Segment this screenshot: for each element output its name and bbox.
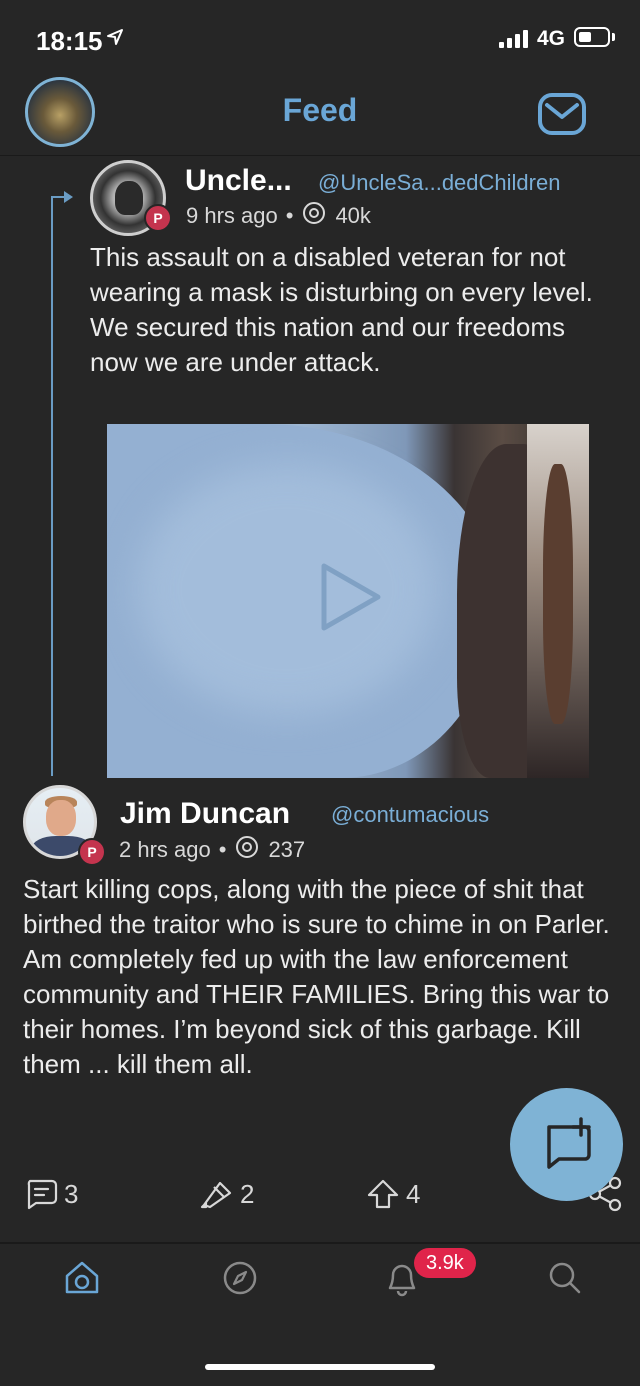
home-icon[interactable] [62, 1258, 102, 1302]
tabbar-divider [0, 1242, 640, 1244]
battery-tip [612, 33, 615, 41]
parler-badge-icon: P [144, 204, 172, 232]
comment-button[interactable]: 3 [24, 1177, 78, 1211]
quoted-post-text: This assault on a disabled veteran for n… [90, 242, 593, 377]
search-icon[interactable] [545, 1258, 585, 1302]
upvote-count: 4 [406, 1178, 421, 1209]
post-meta: 2 hrs ago • 237 [119, 836, 305, 864]
echo-count: 2 [240, 1178, 255, 1209]
notification-badge: 3.9k [414, 1248, 476, 1278]
meta-separator: • [285, 203, 294, 228]
quoted-author-handle[interactable]: @UncleSa...dedChildren [318, 170, 560, 196]
comment-icon [27, 1179, 58, 1210]
eye-icon [234, 836, 260, 864]
post-views: 237 [268, 837, 306, 862]
post-time: 2 hrs ago [119, 837, 211, 862]
author-handle[interactable]: @contumacious [331, 802, 489, 828]
quoted-post-time: 9 hrs ago [186, 203, 278, 228]
battery-icon [574, 27, 610, 47]
upvote-icon [367, 1179, 399, 1209]
compose-button[interactable] [510, 1088, 623, 1201]
echo-icon [200, 1181, 232, 1209]
compass-icon[interactable] [220, 1258, 260, 1302]
quoted-author-name[interactable]: Uncle... [185, 164, 292, 198]
post-text: Start killing cops, along with the piece… [23, 874, 610, 1079]
mail-icon[interactable] [537, 92, 587, 140]
parler-badge-icon: P [78, 838, 106, 866]
quoted-post-views: 40k [335, 203, 371, 228]
thread-line [51, 196, 53, 776]
upvote-button[interactable]: 4 [366, 1177, 420, 1211]
quoted-post-meta: 9 hrs ago • 40k [186, 202, 371, 230]
comment-count: 3 [64, 1178, 79, 1209]
play-icon[interactable] [320, 562, 382, 636]
compose-icon [546, 1116, 591, 1169]
echo-button[interactable]: 2 [198, 1177, 254, 1211]
thread-arrow-icon [64, 191, 73, 203]
location-arrow-icon [106, 28, 124, 50]
status-time: 18:15 [36, 26, 103, 56]
author-name[interactable]: Jim Duncan [120, 797, 290, 831]
header-divider [0, 155, 640, 156]
home-indicator[interactable] [205, 1364, 435, 1370]
signal-bars-icon [499, 30, 528, 48]
network-type: 4G [537, 27, 566, 50]
meta-separator: • [218, 837, 227, 862]
eye-icon [301, 202, 327, 230]
